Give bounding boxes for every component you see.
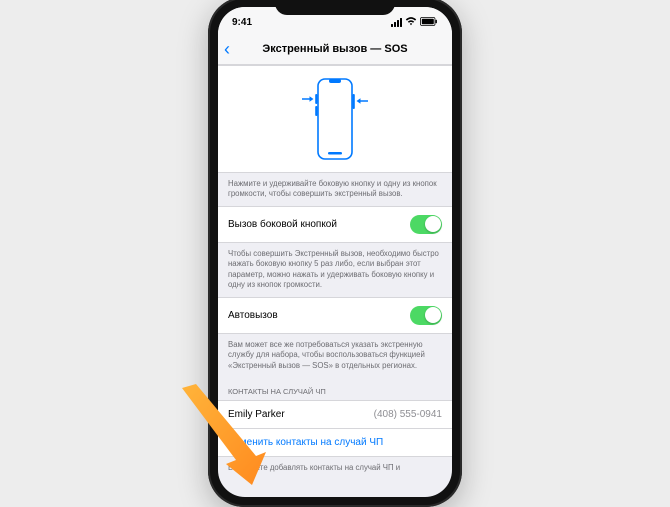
edit-contacts-link[interactable]: Изменить контакты на случай ЧП	[228, 437, 383, 448]
signal-icon	[391, 18, 402, 27]
auto-call-row[interactable]: Автовызов	[218, 297, 452, 334]
nav-bar: ‹ Экстренный вызов — SOS	[218, 35, 452, 65]
wifi-icon	[405, 17, 417, 29]
phone-buttons-illustration-icon	[299, 76, 371, 162]
side-button-footer: Чтобы совершить Экстренный вызов, необхо…	[218, 243, 452, 297]
emergency-contacts-header: КОНТАКТЫ НА СЛУЧАЙ ЧП	[218, 377, 452, 400]
settings-content: Нажмите и удерживайте боковую кнопку и о…	[218, 65, 452, 497]
side-button-call-row[interactable]: Вызов боковой кнопкой	[218, 206, 452, 243]
auto-call-footer: Вам может все же потребоваться указать э…	[218, 334, 452, 378]
phone-frame: 9:41 ‹ Экстренный вызов — SOS	[208, 0, 462, 507]
contacts-footer: Вы можете добавлять контакты на случай Ч…	[218, 457, 452, 480]
side-button-call-label: Вызов боковой кнопкой	[228, 219, 337, 230]
screen: 9:41 ‹ Экстренный вызов — SOS	[218, 7, 452, 497]
status-time: 9:41	[232, 17, 252, 28]
back-icon[interactable]: ‹	[224, 40, 230, 58]
contact-phone: (408) 555-0941	[374, 409, 442, 420]
illustration-footer: Нажмите и удерживайте боковую кнопку и о…	[218, 173, 452, 206]
status-indicators	[391, 17, 438, 29]
contact-name: Emily Parker	[228, 409, 285, 420]
auto-call-switch[interactable]	[410, 306, 442, 325]
nav-title: Экстренный вызов — SOS	[218, 43, 452, 55]
auto-call-label: Автовызов	[228, 310, 278, 321]
emergency-contact-row[interactable]: Emily Parker (408) 555-0941	[218, 400, 452, 429]
edit-contacts-row[interactable]: Изменить контакты на случай ЧП	[218, 429, 452, 457]
notch	[275, 0, 395, 15]
illustration-row	[218, 65, 452, 173]
side-button-call-switch[interactable]	[410, 215, 442, 234]
battery-icon	[420, 17, 438, 29]
